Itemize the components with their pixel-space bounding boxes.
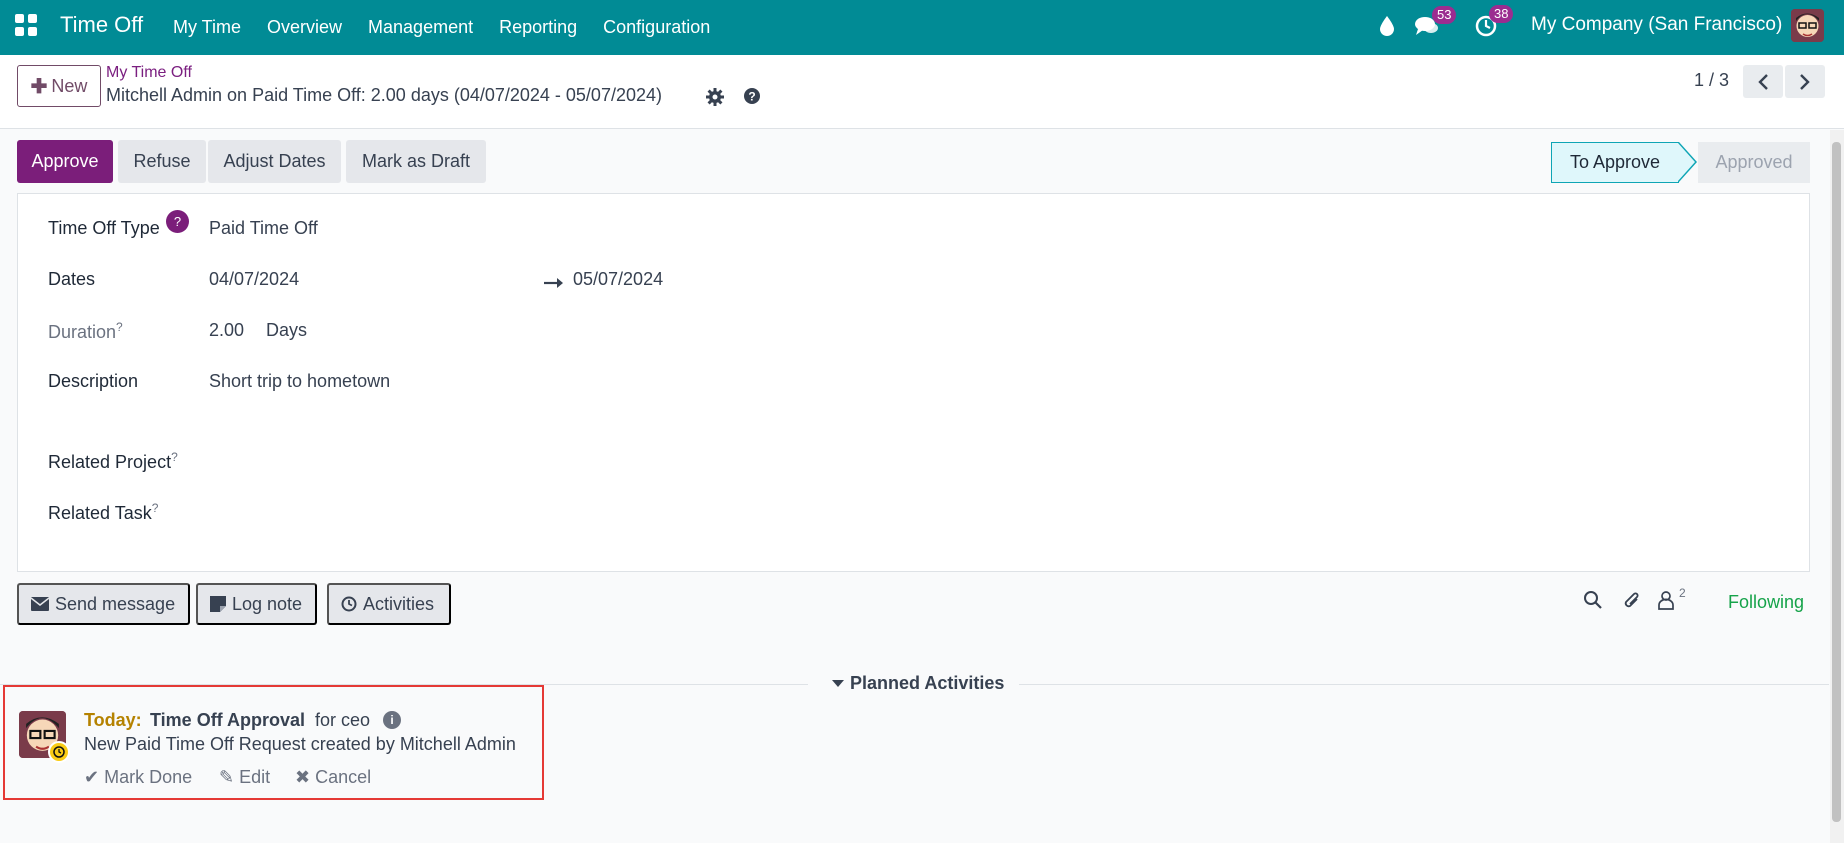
new-button[interactable]: ✚ New — [17, 65, 101, 107]
activity-type: Time Off Approval — [150, 710, 306, 730]
duration-label-text: Duration — [48, 322, 117, 342]
envelope-icon — [31, 597, 49, 611]
close-icon: ✖ — [295, 767, 311, 787]
activity-item: Today: Time Off Approval for ceo i New P… — [3, 685, 544, 800]
paperclip-icon[interactable] — [1622, 590, 1642, 617]
edit-label: Edit — [239, 767, 271, 787]
gear-icon[interactable] — [705, 87, 725, 107]
cancel-activity-link[interactable]: ✖ Cancel — [295, 767, 371, 788]
statusbar: Approve Refuse Adjust Dates Mark as Draf… — [17, 140, 1811, 183]
menu-my-time[interactable]: My Time — [173, 17, 241, 38]
menu-overview[interactable]: Overview — [267, 17, 342, 38]
question-circle-icon[interactable]: ? — [742, 86, 762, 106]
activity-due-label: Today: — [84, 710, 142, 730]
duration-label: Duration? — [48, 320, 123, 343]
scrollbar[interactable] — [1830, 130, 1844, 843]
mark-done-link[interactable]: ✔ Mark Done — [84, 767, 192, 788]
mark-done-label: Mark Done — [104, 767, 193, 787]
top-navbar: Time Off My Time Overview Management Rep… — [0, 0, 1844, 55]
activities-button[interactable]: Activities — [327, 583, 451, 625]
chevron-left-icon — [1758, 73, 1768, 90]
related-task-help-mark[interactable]: ? — [152, 501, 159, 515]
long-arrow-right-icon — [543, 274, 565, 288]
planned-activities-title: Planned Activities — [850, 673, 1005, 693]
app-title[interactable]: Time Off — [60, 12, 143, 38]
followers-count: 2 — [1679, 586, 1686, 600]
company-switcher[interactable]: My Company (San Francisco) — [1531, 14, 1782, 36]
edit-activity-link[interactable]: ✎ Edit — [219, 767, 270, 788]
related-task-label: Related Task? — [48, 501, 158, 524]
stage-approved[interactable]: Approved — [1698, 142, 1810, 183]
main-menu: My Time Overview Management Reporting Co… — [173, 0, 736, 55]
stage-to-approve[interactable]: To Approve — [1551, 142, 1679, 183]
date-from-field[interactable]: 04/07/2024 — [209, 269, 299, 290]
divider-right — [1019, 684, 1829, 685]
related-task-label-text: Related Task — [48, 503, 152, 523]
related-project-label-text: Related Project — [48, 452, 172, 472]
duration-value-field[interactable]: 2.00 — [209, 320, 244, 341]
adjust-dates-button[interactable]: Adjust Dates — [208, 140, 341, 183]
apps-menu-icon[interactable] — [15, 14, 37, 36]
pencil-icon: ✎ — [219, 767, 235, 787]
approve-button[interactable]: Approve — [17, 140, 113, 183]
pager-value[interactable]: 1 / 3 — [1694, 70, 1729, 91]
droplet-icon[interactable] — [1380, 16, 1394, 36]
description-label: Description — [48, 371, 139, 391]
plus-icon: ✚ — [30, 75, 48, 98]
activity-summary: New Paid Time Off Request created by Mit… — [84, 734, 516, 754]
menu-management[interactable]: Management — [368, 17, 473, 38]
messages-badge: 53 — [1432, 6, 1457, 24]
search-icon[interactable] — [1583, 590, 1603, 615]
time-off-type-help-badge[interactable]: ? — [166, 210, 189, 233]
pager-previous-button[interactable] — [1743, 65, 1783, 98]
check-icon: ✔ — [84, 767, 100, 787]
log-note-label: Log note — [232, 593, 303, 614]
following-button[interactable]: Following — [1728, 592, 1804, 613]
scrollbar-thumb[interactable] — [1832, 142, 1841, 822]
time-off-type-field[interactable]: Paid Time Off — [209, 218, 318, 239]
dates-label: Dates — [48, 269, 96, 289]
activity-assignee: for ceo — [315, 710, 371, 730]
menu-configuration[interactable]: Configuration — [603, 17, 710, 38]
new-button-label: New — [51, 75, 88, 96]
stage-arrow-fill — [1678, 143, 1695, 181]
send-message-button[interactable]: Send message — [17, 583, 190, 625]
pager-next-button[interactable] — [1785, 65, 1825, 98]
info-icon[interactable]: i — [383, 711, 401, 729]
description-field[interactable]: Short trip to hometown — [209, 371, 390, 392]
chevron-right-icon — [1800, 73, 1810, 90]
date-to-field[interactable]: 05/07/2024 — [573, 269, 663, 290]
activity-clock-icon — [48, 741, 70, 763]
activities-label: Activities — [363, 593, 435, 614]
clock-icon — [341, 596, 357, 612]
send-message-label: Send message — [55, 593, 176, 614]
followers-user-icon[interactable] — [1657, 590, 1675, 615]
sticky-note-icon — [210, 596, 226, 612]
activities-badge: 38 — [1489, 5, 1514, 23]
activity-clock-icon[interactable]: 38 — [1475, 5, 1514, 37]
breadcrumb-my-time-off[interactable]: My Time Off — [106, 64, 192, 82]
caret-down-icon — [832, 679, 844, 687]
svg-text:?: ? — [748, 90, 755, 104]
log-note-button[interactable]: Log note — [196, 583, 317, 625]
refuse-button[interactable]: Refuse — [118, 140, 206, 183]
cancel-label: Cancel — [315, 767, 372, 787]
menu-reporting[interactable]: Reporting — [499, 17, 577, 38]
record-title: Mitchell Admin on Paid Time Off: 2.00 da… — [106, 85, 662, 105]
related-project-label: Related Project? — [48, 450, 178, 473]
mark-as-draft-button[interactable]: Mark as Draft — [346, 140, 486, 183]
planned-activities-toggle[interactable]: Planned Activities — [832, 673, 1004, 694]
time-off-type-label: Time Off Type — [48, 218, 160, 238]
duration-help-mark[interactable]: ? — [116, 320, 123, 334]
form-sheet: Time Off Type ? Paid Time Off Dates 04/0… — [17, 193, 1810, 572]
duration-unit: Days — [266, 320, 308, 340]
related-project-help-mark[interactable]: ? — [171, 450, 178, 464]
user-avatar[interactable] — [1791, 9, 1824, 42]
control-panel: ✚ New My Time Off Mitchell Admin on Paid… — [0, 55, 1844, 129]
messages-icon[interactable]: 53 — [1415, 6, 1457, 36]
